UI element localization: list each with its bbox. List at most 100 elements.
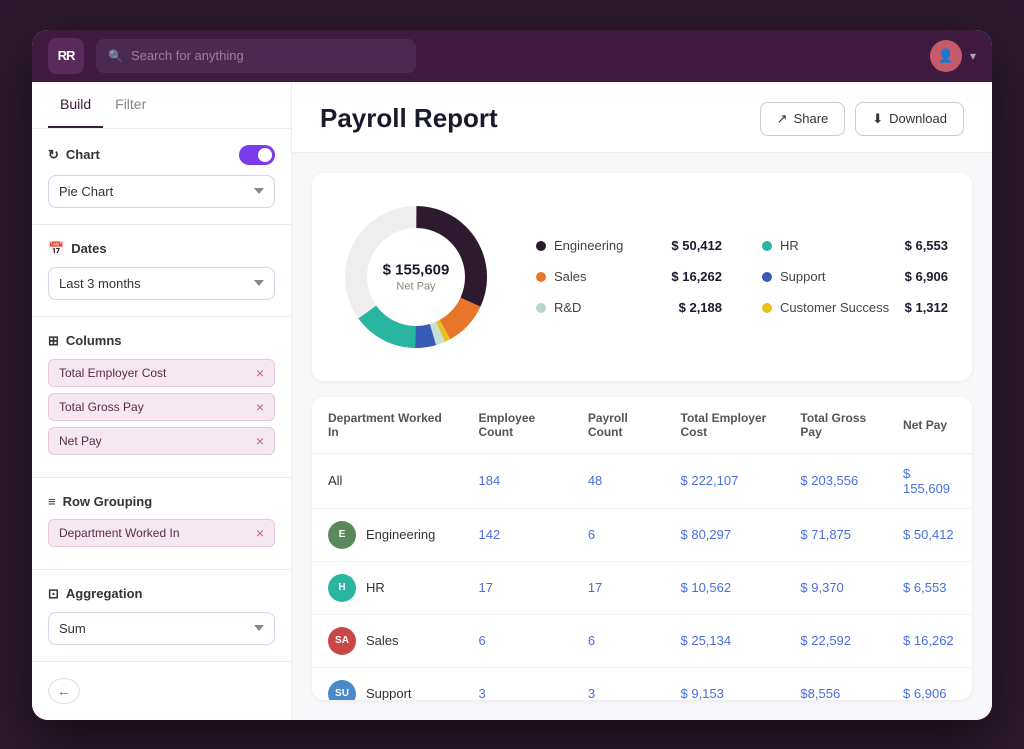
cell-dept-all: All bbox=[312, 453, 462, 508]
row-grouping-title: ≡ Row Grouping bbox=[48, 494, 152, 509]
pie-chart: $ 155,609 Net Pay bbox=[336, 197, 496, 357]
chart-icon: ↻ bbox=[48, 147, 59, 163]
sidebar-tabs: Build Filter bbox=[32, 82, 291, 129]
chart-card: $ 155,609 Net Pay Engineering $ 50,412 bbox=[312, 173, 972, 381]
tab-filter[interactable]: Filter bbox=[103, 82, 158, 128]
chart-center-amount: $ 155,609 bbox=[383, 261, 450, 278]
legend-engineering: Engineering $ 50,412 bbox=[536, 238, 722, 253]
legend-dot-sales bbox=[536, 272, 546, 282]
cell-gross-hr: $ 9,370 bbox=[800, 580, 843, 595]
remove-dept[interactable]: × bbox=[256, 526, 264, 540]
cell-dept-hr: H HR bbox=[328, 574, 446, 602]
cell-cost-hr: $ 10,562 bbox=[681, 580, 732, 595]
col-emp-count: Employee Count bbox=[462, 397, 571, 454]
cell-emp-sales[interactable]: 6 bbox=[478, 633, 485, 648]
col-gross-pay: Total Gross Pay bbox=[784, 397, 887, 454]
legend-support: Support $ 6,906 bbox=[762, 269, 948, 284]
cell-emp-hr[interactable]: 17 bbox=[478, 580, 492, 595]
legend-rd: R&D $ 2,188 bbox=[536, 300, 722, 315]
chart-center-label: Net Pay bbox=[383, 280, 450, 292]
page-title: Payroll Report bbox=[320, 103, 498, 134]
sidebar: Build Filter ↻ Chart Pie Chart bbox=[32, 82, 292, 720]
search-icon: 🔍 bbox=[108, 49, 123, 63]
columns-section: ⊞ Columns Total Employer Cost × Total Gr… bbox=[32, 317, 291, 478]
chart-toggle[interactable] bbox=[239, 145, 275, 165]
cell-gross-all: $ 203,556 bbox=[800, 473, 858, 488]
col-net-pay: Net Pay bbox=[887, 397, 972, 454]
share-button[interactable]: ↗ Share bbox=[760, 102, 846, 136]
cell-net-sales: $ 16,262 bbox=[903, 633, 954, 648]
remove-employer-cost[interactable]: × bbox=[256, 366, 264, 380]
cell-gross-eng: $ 71,875 bbox=[800, 527, 851, 542]
chart-section: ↻ Chart Pie Chart bbox=[32, 129, 291, 225]
top-bar-right: 👤 ▾ bbox=[930, 40, 976, 72]
cell-emp-support[interactable]: 3 bbox=[478, 686, 485, 700]
tag-employer-cost: Total Employer Cost × bbox=[48, 359, 275, 387]
top-bar: RR 🔍 Search for anything 👤 ▾ bbox=[32, 30, 992, 82]
cell-dept-sales: SA Sales bbox=[328, 627, 446, 655]
download-icon: ⬇ bbox=[872, 111, 883, 127]
tag-dept-worked-in: Department Worked In × bbox=[48, 519, 275, 547]
cell-cost-sales: $ 25,134 bbox=[681, 633, 732, 648]
data-table: Department Worked In Employee Count Payr… bbox=[312, 397, 972, 700]
calendar-icon: 📅 bbox=[48, 241, 64, 257]
chart-type-select[interactable]: Pie Chart bbox=[48, 175, 275, 208]
tag-net-pay: Net Pay × bbox=[48, 427, 275, 455]
search-bar[interactable]: 🔍 Search for anything bbox=[96, 39, 416, 73]
cell-cost-support: $ 9,153 bbox=[681, 686, 724, 700]
cell-emp-eng[interactable]: 142 bbox=[478, 527, 500, 542]
legend-sales: Sales $ 16,262 bbox=[536, 269, 722, 284]
badge-sales: SA bbox=[328, 627, 356, 655]
badge-support: SU bbox=[328, 680, 356, 700]
col-employer-cost: Total Employer Cost bbox=[665, 397, 785, 454]
table-row-support: SU Support 3 3 $ 9,153 $8,556 $ 6,906 bbox=[312, 667, 972, 700]
cell-payroll-support[interactable]: 3 bbox=[588, 686, 595, 700]
cell-payroll-eng[interactable]: 6 bbox=[588, 527, 595, 542]
legend-dot-rd bbox=[536, 303, 546, 313]
header-actions: ↗ Share ⬇ Download bbox=[760, 102, 964, 136]
legend-dot-engineering bbox=[536, 241, 546, 251]
badge-hr: H bbox=[328, 574, 356, 602]
cell-payroll-all[interactable]: 48 bbox=[588, 473, 602, 488]
table-row-all: All 184 48 $ 222,107 $ 203,556 $ 155,609 bbox=[312, 453, 972, 508]
chart-section-title: ↻ Chart bbox=[48, 147, 100, 163]
cell-gross-sales: $ 22,592 bbox=[800, 633, 851, 648]
tab-build[interactable]: Build bbox=[48, 82, 103, 128]
remove-gross-pay[interactable]: × bbox=[256, 400, 264, 414]
aggregation-select[interactable]: Sum bbox=[48, 612, 275, 645]
tag-gross-pay: Total Gross Pay × bbox=[48, 393, 275, 421]
dates-section-title: 📅 Dates bbox=[48, 241, 107, 257]
cell-payroll-sales[interactable]: 6 bbox=[588, 633, 595, 648]
download-button[interactable]: ⬇ Download bbox=[855, 102, 964, 136]
cell-gross-support: $8,556 bbox=[800, 686, 840, 700]
columns-tags: Total Employer Cost × Total Gross Pay × … bbox=[48, 359, 275, 455]
cell-cost-eng: $ 80,297 bbox=[681, 527, 732, 542]
pie-center: $ 155,609 Net Pay bbox=[383, 261, 450, 292]
cell-net-support: $ 6,906 bbox=[903, 686, 946, 700]
share-icon: ↗ bbox=[777, 111, 788, 127]
row-grouping-section: ≡ Row Grouping Department Worked In × bbox=[32, 478, 291, 570]
table-row-sales: SA Sales 6 6 $ 25,134 $ 22,592 $ 16,262 bbox=[312, 614, 972, 667]
aggregation-icon: ⊡ bbox=[48, 586, 59, 602]
row-grouping-icon: ≡ bbox=[48, 494, 56, 509]
search-placeholder: Search for anything bbox=[131, 48, 244, 63]
cell-emp-all[interactable]: 184 bbox=[478, 473, 500, 488]
cell-net-eng: $ 50,412 bbox=[903, 527, 954, 542]
back-button[interactable]: ← bbox=[48, 678, 80, 704]
dates-select[interactable]: Last 3 months bbox=[48, 267, 275, 300]
cell-dept-engineering: E Engineering bbox=[328, 521, 446, 549]
cell-net-hr: $ 6,553 bbox=[903, 580, 946, 595]
legend-dot-hr bbox=[762, 241, 772, 251]
legend-dot-support bbox=[762, 272, 772, 282]
cell-dept-support: SU Support bbox=[328, 680, 446, 700]
avatar[interactable]: 👤 bbox=[930, 40, 962, 72]
aggregation-title: ⊡ Aggregation bbox=[48, 586, 142, 602]
remove-net-pay[interactable]: × bbox=[256, 434, 264, 448]
table-row-hr: H HR 17 17 $ 10,562 $ 9,370 $ 6,553 bbox=[312, 561, 972, 614]
cell-cost-all: $ 222,107 bbox=[681, 473, 739, 488]
legend-customer-success: Customer Success $ 1,312 bbox=[762, 300, 948, 315]
cell-payroll-hr[interactable]: 17 bbox=[588, 580, 602, 595]
col-payroll-count: Payroll Count bbox=[572, 397, 665, 454]
chevron-down-icon[interactable]: ▾ bbox=[970, 49, 976, 63]
table-row-engineering: E Engineering 142 6 $ 80,297 $ 71,875 $ … bbox=[312, 508, 972, 561]
